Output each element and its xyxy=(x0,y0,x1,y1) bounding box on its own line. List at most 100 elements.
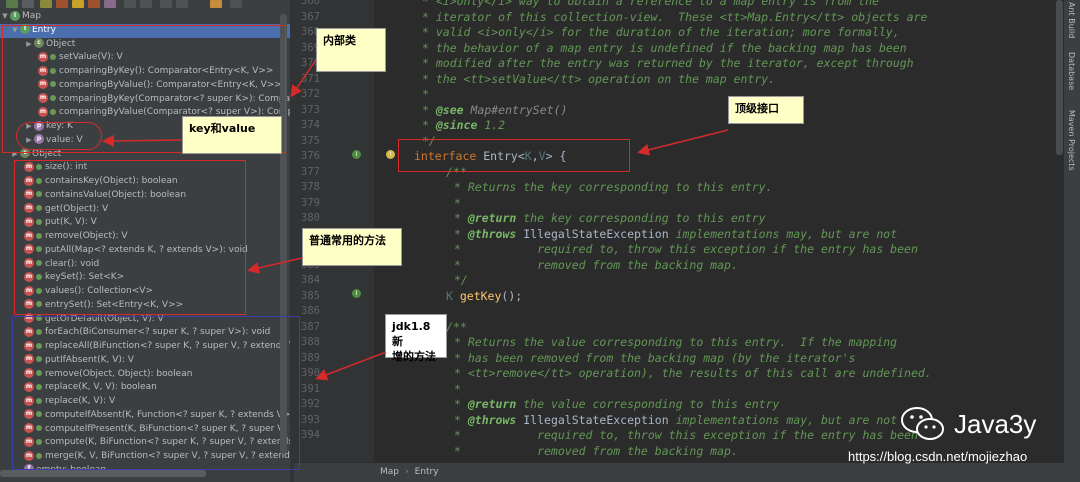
code-line: * @see Map#entrySet() xyxy=(422,102,568,117)
ant-build-tab[interactable]: Ant Build xyxy=(1067,2,1076,38)
code-line: * removed from the backing map. xyxy=(454,257,738,272)
code-line: * xyxy=(454,381,461,396)
exception-name: IllegalStateException xyxy=(516,226,669,241)
code-line: * Returns the key corresponding to this … xyxy=(454,180,773,194)
jdk18-methods-box xyxy=(12,316,300,470)
code-line: * has been removed from the backing map … xyxy=(454,350,856,365)
code-line: * valid <i>only</i> for the duration of … xyxy=(422,25,900,39)
method-name: getKey xyxy=(452,288,502,303)
key-value-box xyxy=(16,122,102,150)
implemented-icon[interactable]: I xyxy=(352,150,361,159)
line-number: 375 xyxy=(301,134,320,147)
expand-arrow-icon[interactable]: ▼ xyxy=(0,10,10,24)
watermark-url: https://blog.csdn.net/mojiezhao xyxy=(848,449,1028,464)
code-line: /** xyxy=(446,319,467,334)
code-line: * removed from the backing map. xyxy=(454,443,738,458)
tree-label: Map xyxy=(22,11,41,21)
autoscroll-to-source-icon[interactable] xyxy=(160,0,172,8)
code-line: * <tt>remove</tt> operation), the result… xyxy=(454,366,932,380)
show-lambdas-icon[interactable] xyxy=(104,0,116,8)
exception-name: IllegalStateException xyxy=(516,412,669,427)
javadoc-tag: @throws xyxy=(467,412,517,427)
line-number: 366 xyxy=(301,0,320,7)
code-editor[interactable]: * <i>only</i> way to obtain a reference … xyxy=(374,0,1064,462)
line-number: 380 xyxy=(301,212,320,224)
interface-icon: I xyxy=(10,10,20,21)
javadoc-tag: @return xyxy=(467,397,517,411)
autoscroll-from-source-icon[interactable] xyxy=(176,0,188,8)
line-number: 374 xyxy=(301,119,320,131)
show-nonpublic-icon[interactable] xyxy=(88,0,100,8)
jdk18-note: jdk1.8新 增的方法 xyxy=(385,314,447,363)
line-number: 376 xyxy=(301,150,320,162)
javadoc-text: implementations may, but are not xyxy=(668,412,898,427)
structure-toolbar xyxy=(0,0,290,10)
breadcrumb-item[interactable]: Entry xyxy=(415,467,439,477)
maven-projects-tab[interactable]: Maven Projects xyxy=(1067,110,1076,171)
code-line: * xyxy=(454,195,461,210)
javadoc-tag: @throws xyxy=(467,226,517,241)
line-number: 377 xyxy=(301,165,320,178)
show-inherited-icon[interactable] xyxy=(40,0,52,8)
code-line: * @throws IllegalStateException implemen… xyxy=(454,412,898,427)
javadoc-text: the key corresponding to this entry xyxy=(516,211,766,225)
code-line: * required to, throw this exception if t… xyxy=(454,242,918,256)
breadcrumb-separator-icon: › xyxy=(405,467,409,477)
line-number: 378 xyxy=(301,181,320,193)
code-line: * xyxy=(422,87,429,101)
code-line: * required to, throw this exception if t… xyxy=(454,428,918,442)
javadoc-text: implementations may, but are not xyxy=(668,226,898,241)
inner-class-note: 内部类 xyxy=(316,28,386,72)
code-line: * @return the value corresponding to thi… xyxy=(454,397,780,411)
code-line: * @return the key corresponding to this … xyxy=(454,211,766,225)
structure-horizontal-scrollbar[interactable] xyxy=(0,470,206,477)
line-number: 385 xyxy=(301,289,320,302)
punct: (); xyxy=(501,288,523,303)
return-type: K xyxy=(446,288,453,303)
sort-visibility-icon[interactable] xyxy=(22,0,34,8)
breadcrumb: Map › Entry xyxy=(294,462,1064,482)
javadoc-tag: @return xyxy=(467,211,517,225)
watermark-brand: Java3y xyxy=(954,408,1037,439)
show-fields-icon[interactable] xyxy=(56,0,68,8)
right-tool-strip: Ant Build Database Maven Projects xyxy=(1064,0,1080,482)
interface-decl-box xyxy=(398,139,630,172)
code-line: * modified after the entry was returned … xyxy=(422,56,914,70)
database-tab[interactable]: Database xyxy=(1067,52,1076,90)
jdk18-note-line: jdk1.8新 xyxy=(392,320,431,348)
javadoc-text: Map#entrySet() xyxy=(463,102,568,117)
common-methods-note: 普通常用的方法 xyxy=(302,228,402,266)
show-properties-icon[interactable] xyxy=(72,0,84,8)
editor-vertical-scrollbar[interactable] xyxy=(1056,0,1063,155)
line-number: 372 xyxy=(301,88,320,100)
sort-alpha-icon[interactable] xyxy=(6,0,18,8)
code-line: */ xyxy=(454,273,468,287)
expand-all-icon[interactable] xyxy=(124,0,136,8)
code-line: * @since 1.2 xyxy=(422,118,506,132)
code-line: * <i>only</i> way to obtain a reference … xyxy=(422,0,879,8)
code-line: K getKey(); xyxy=(446,289,522,305)
code-line: * the behavior of a map entry is undefin… xyxy=(422,40,907,55)
code-line: * @throws IllegalStateException implemen… xyxy=(454,226,898,241)
watermark: Java3y https://blog.csdn.net/mojiezhao xyxy=(848,405,1037,464)
settings-icon[interactable] xyxy=(210,0,222,8)
code-line: * Returns the value corresponding to thi… xyxy=(454,335,898,349)
key-value-note: key和value xyxy=(182,116,282,154)
javadoc-text: the value corresponding to this entry xyxy=(516,397,780,411)
hide-icon[interactable] xyxy=(230,0,242,8)
code-line: * the <tt>setValue</tt> operation on the… xyxy=(422,71,776,86)
breadcrumb-item[interactable]: Map xyxy=(380,467,399,477)
line-number: 371 xyxy=(301,72,320,85)
javadoc-tag: @see xyxy=(435,102,464,117)
javadoc-tag: @since xyxy=(435,118,478,132)
jdk18-note-line: 增的方法 xyxy=(392,350,436,363)
tree-node-map[interactable]: ▼ I Map xyxy=(0,10,290,24)
implemented-icon[interactable]: I xyxy=(352,289,361,298)
code-line: * iterator of this collection-view. Thes… xyxy=(422,9,928,24)
top-interface-note: 顶级接口 xyxy=(728,96,804,124)
line-number: 367 xyxy=(301,10,320,23)
common-methods-box xyxy=(14,160,246,315)
line-number: 384 xyxy=(301,274,320,286)
collapse-all-icon[interactable] xyxy=(140,0,152,8)
javadoc-text: 1.2 xyxy=(477,118,506,132)
